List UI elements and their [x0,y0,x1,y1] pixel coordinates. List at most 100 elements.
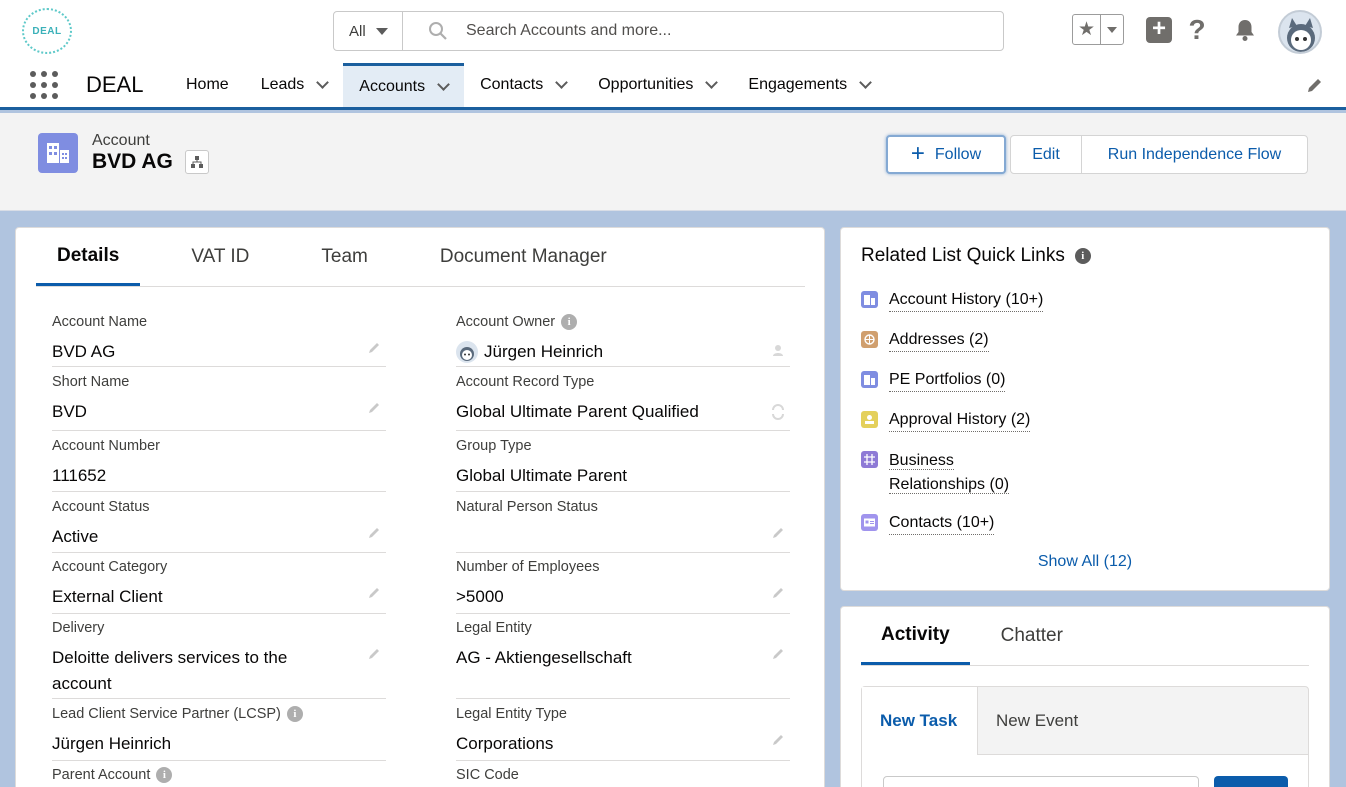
nav-item-leads[interactable]: Leads [245,63,344,107]
pencil-icon[interactable] [772,732,786,746]
related-list-item[interactable]: Addresses (2) [861,329,989,352]
info-icon[interactable]: i [1074,248,1091,264]
global-actions-plus-icon[interactable]: + [1146,16,1172,43]
search-scope-dropdown[interactable]: All [334,12,403,50]
nav-item-home[interactable]: Home [170,63,245,107]
pencil-icon[interactable] [368,525,382,539]
pencil-icon[interactable] [772,525,786,539]
field-value: AG - Aktiengesellschaft [456,648,632,667]
tab-activity[interactable]: Activity [861,607,970,665]
tab-team[interactable]: Team [300,228,388,286]
hierarchy-icon[interactable] [185,150,209,174]
record-title: BVD AG [92,150,173,173]
related-list-link[interactable]: Approval History (2) [889,409,1031,432]
global-header: DEAL All ★ + ? [0,0,1346,63]
pencil-icon[interactable] [368,340,382,354]
related-list-quick-links-card: Related List Quick Links i Account Histo… [840,227,1330,591]
app-logo[interactable]: DEAL [22,8,72,54]
tab-details[interactable]: Details [36,228,141,286]
pencil-icon[interactable] [772,585,786,599]
field-label-row: Account Owner i [456,314,790,330]
related-list-link[interactable]: Business Relationships (0) [889,449,1010,497]
follow-label: Follow [934,145,982,163]
related-list-link[interactable]: Addresses (2) [889,329,989,352]
app-launcher-icon[interactable] [30,71,58,99]
tab-new-task[interactable]: New Task [862,687,978,755]
pencil-icon[interactable] [368,400,382,414]
field-label: Short Name [52,374,130,390]
related-list-link[interactable]: Account History (10+) [889,289,1044,312]
plus-icon: + [910,139,925,167]
info-icon[interactable]: i [286,706,303,722]
show-all-link[interactable]: Show All (12) [841,553,1329,571]
field-account-owner: Account Owner i Jürgen Heinrich [456,314,790,367]
field-value: Corporations [456,734,554,753]
related-list-item[interactable]: Approval History (2) [861,409,1031,432]
related-list-link-line1: Business [889,452,954,470]
tab-chatter[interactable]: Chatter [981,607,1083,665]
edit-nav-pencil-icon[interactable] [1306,76,1324,94]
related-list-link[interactable]: Contacts (10+) [889,512,995,535]
favorites-menu-button[interactable] [1101,15,1123,44]
field-value: External Client [52,587,163,606]
related-list-link[interactable]: PE Portfolios (0) [889,369,1006,392]
tab-new-event[interactable]: New Event [978,687,1308,755]
change-record-type-icon[interactable] [770,404,786,420]
tab-vat-id[interactable]: VAT ID [170,228,270,286]
chevron-down-icon[interactable] [705,76,719,89]
search-input[interactable] [466,22,986,40]
change-owner-icon[interactable] [770,342,786,358]
nav-item-accounts[interactable]: Accounts [343,63,465,107]
related-list-item[interactable]: Business Relationships (0) [861,449,1010,497]
related-list-item[interactable]: PE Portfolios (0) [861,369,1006,392]
related-list-item[interactable]: Account History (10+) [861,289,1044,312]
field-label: Delivery [52,620,105,636]
info-icon[interactable]: i [561,314,578,330]
field-value: >5000 [456,587,504,606]
chevron-down-icon[interactable] [555,76,569,89]
field-label-row: Lead Client Service Partner (LCSP) i [52,706,386,722]
record-header: Account BVD AG + Follow Edit Run Independ… [0,113,1346,211]
nav-item-contacts[interactable]: Contacts [464,63,582,107]
chevron-down-icon[interactable] [437,77,450,91]
field-sic-code: SIC Code [456,767,790,787]
search-scope-label: All [349,22,366,40]
edit-button[interactable]: Edit [1010,135,1082,174]
tab-document-manager[interactable]: Document Manager [419,228,628,286]
nav-item-engagements[interactable]: Engagements [732,63,886,107]
nav-items: Home Leads Accounts Contacts Opportuniti… [170,63,886,107]
notification-bell-icon[interactable] [1232,17,1258,43]
field-value: Deloitte delivers services to the accoun… [52,648,288,693]
contact-icon [861,514,878,531]
field-number-of-employees: Number of Employees >5000 [456,559,790,614]
account-owner-link[interactable]: Jürgen Heinrich [456,339,790,365]
help-icon[interactable]: ? [1184,14,1210,45]
field-value: BVD [52,402,87,421]
info-icon[interactable]: i [156,767,173,783]
chevron-down-icon[interactable] [316,76,330,89]
user-avatar[interactable] [1278,10,1322,54]
task-subject-input[interactable] [883,776,1199,787]
field-account-category: Account Category External Client [52,559,386,614]
approval-icon [861,411,878,428]
related-list-item[interactable]: Contacts (10+) [861,512,995,535]
follow-button[interactable]: + Follow [886,135,1006,174]
account-history-icon [861,291,878,308]
run-independence-flow-button[interactable]: Run Independence Flow [1081,135,1308,174]
task-save-button[interactable] [1214,776,1288,787]
search-icon [428,21,448,41]
pencil-icon[interactable] [772,646,786,660]
chevron-down-icon[interactable] [859,76,873,89]
activity-publisher: New Task New Event [861,686,1309,787]
nav-item-opportunities[interactable]: Opportunities [582,63,732,107]
field-label: Parent Account [52,767,151,783]
nav-item-label: Engagements [748,76,848,93]
field-label: Account Owner [456,314,556,330]
app-navigation-bar: DEAL Home Leads Accounts Contacts Opport… [0,63,1346,110]
field-label: Account Name [52,314,148,330]
field-value: Global Ultimate Parent Qualified [456,402,699,421]
field-label: Account Category [52,559,168,575]
pencil-icon[interactable] [368,585,382,599]
star-icon[interactable]: ★ [1073,15,1101,44]
pencil-icon[interactable] [368,646,382,660]
